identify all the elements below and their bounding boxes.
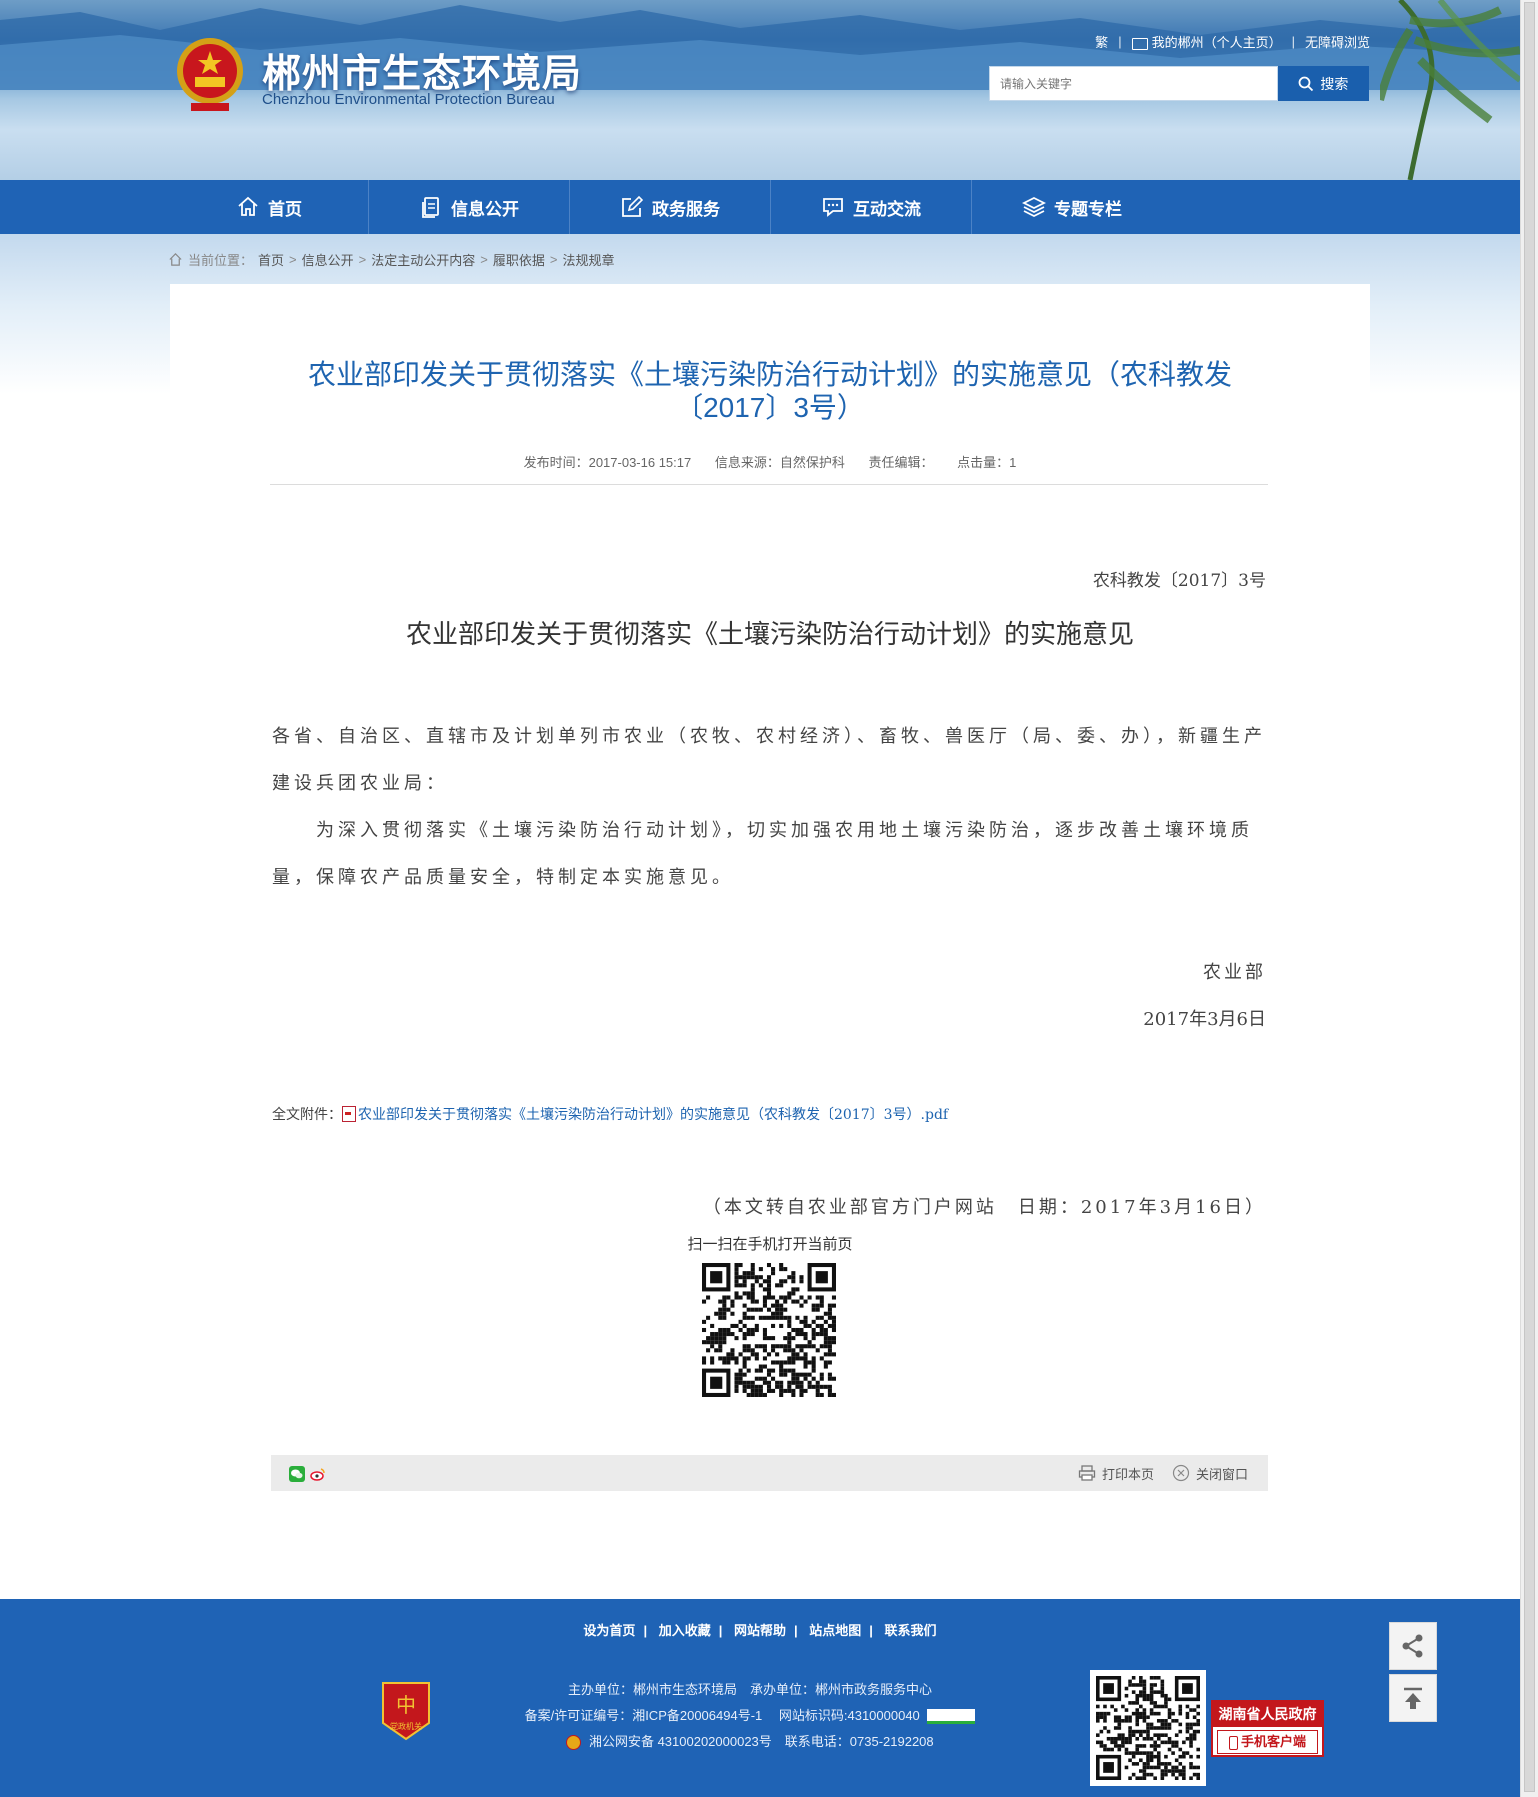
site-header: 郴州市生态环境局 Chenzhou Environmental Protecti… [0, 0, 1520, 180]
hunan-gov-app-link[interactable]: 湖南省人民政府 手机客户端 [1211, 1700, 1324, 1757]
attachment-label: 全文附件： [272, 1107, 342, 1123]
document-date: 2017年3月6日 [1143, 1009, 1266, 1030]
close-window-button[interactable]: 关闭窗口 [1172, 1464, 1248, 1483]
back-to-top-button[interactable] [1389, 1674, 1437, 1722]
add-favorite-link[interactable]: 加入收藏 [659, 1623, 711, 1638]
share-icon [1402, 1634, 1423, 1658]
publish-time: 发布时间：2017-03-16 15:17 [523, 455, 692, 470]
sitemap-link[interactable]: 站点地图 [809, 1623, 861, 1638]
article-meta: 发布时间：2017-03-16 15:17 信息来源：自然保护科 责任编辑： 点… [270, 452, 1270, 471]
svg-text:中: 中 [396, 1693, 416, 1717]
footer-links: 设为首页 | 加入收藏 | 网站帮助 | 站点地图 | 联系我们 [583, 1623, 937, 1638]
footer-icp: 备案/许可证编号：湘ICP备20006494号-1 网站标识码:43100000… [490, 1705, 1010, 1725]
contact-link[interactable]: 联系我们 [885, 1623, 937, 1638]
info-source: 信息来源：自然保护科 [714, 455, 845, 470]
breadcrumb-item-regulations[interactable]: 法规规章 [562, 250, 614, 269]
national-emblem [177, 38, 243, 111]
nav-gov-services[interactable]: 政务服务 [570, 180, 771, 234]
site-help-link[interactable]: 网站帮助 [734, 1623, 786, 1638]
divider [270, 484, 1268, 485]
search-icon [1298, 76, 1314, 91]
arrow-up-icon [1404, 1687, 1422, 1709]
qr-caption: 扫一扫在手机打开当前页 [687, 1236, 853, 1253]
main-nav: 首页 信息公开 政务服务 互动交流 专题专栏 [0, 180, 1520, 234]
search-button[interactable]: 搜索 [1277, 66, 1369, 101]
pdf-icon [342, 1106, 356, 1122]
top-links: 繁 | 我的郴州（个人主页） | 无障碍浏览 [1095, 32, 1370, 51]
breadcrumb-label: 当前位置： [188, 253, 254, 268]
chat-icon [823, 198, 843, 217]
breadcrumb-item-info[interactable]: 信息公开 [302, 250, 354, 269]
accessibility-link[interactable]: 无障碍浏览 [1305, 32, 1370, 51]
breadcrumb-item-home[interactable]: 首页 [258, 250, 284, 269]
attachment-link[interactable]: 农业部印发关于贯彻落实《土壤污染防治行动计划》的实施意见（农科教发〔2017〕3… [358, 1104, 948, 1124]
breadcrumb: 当前位置： 首页 > 信息公开 > 法定主动公开内容 > 履职依据 > 法规规章 [168, 250, 614, 269]
phone-icon [1228, 1735, 1238, 1750]
search-input[interactable] [989, 66, 1278, 101]
footer-security: 湘公网安备 43100202000023号 联系电话：0735-2192208 [490, 1731, 1010, 1751]
document-heading: 农业部印发关于贯彻落实《土壤污染防治行动计划》的实施意见 [405, 619, 1134, 649]
body-paragraph-salutation: 各省、自治区、直辖市及计划单列市农业（农牧、农村经济）、畜牧、兽医厅（局、委、办… [272, 726, 1266, 794]
printer-icon [1078, 1465, 1096, 1481]
body-paragraph-main: 为深入贯彻落实《土壤污染防治行动计划》，切实加强农用地土壤污染防治，逐步改善土壤… [272, 820, 1253, 888]
document-icon [422, 197, 439, 218]
site-subtitle: Chenzhou Environmental Protection Bureau [262, 91, 555, 108]
weibo-icon[interactable] [310, 1466, 326, 1482]
home-icon [169, 253, 182, 266]
breadcrumb-item-statutory[interactable]: 法定主动公开内容 [371, 250, 475, 269]
set-homepage-link[interactable]: 设为首页 [583, 1623, 635, 1638]
document-number: 农科教发〔2017〕3号 [1092, 571, 1266, 591]
my-chenzhou-link[interactable]: 我的郴州（个人主页） [1131, 32, 1282, 51]
article-title: 农业部印发关于贯彻落实《土壤污染防治行动计划》的实施意见（农科教发 〔2017〕… [307, 359, 1232, 423]
layers-icon [1022, 196, 1046, 218]
scrollbar-thumb[interactable] [1524, 2, 1535, 1792]
palm-decoration [1380, 0, 1520, 180]
signature: 农业部 [1203, 962, 1266, 983]
edit-icon [622, 195, 644, 217]
nav-home[interactable]: 首页 [170, 180, 369, 234]
page-qr-code [702, 1263, 836, 1397]
monitor-icon [1131, 37, 1148, 50]
page-scrollbar[interactable] [1520, 0, 1538, 1797]
wechat-icon[interactable] [289, 1466, 305, 1482]
party-government-badge[interactable]: 中 党政机关 [379, 1679, 433, 1743]
footer-qr-code [1090, 1670, 1206, 1786]
nav-special-topics[interactable]: 专题专栏 [972, 180, 1172, 234]
site-id-badge [927, 1709, 976, 1725]
repost-note: （本文转自农业部官方门户网站 日期：2017年3月16日） [702, 1197, 1266, 1218]
home-icon [238, 196, 258, 216]
police-badge-icon [566, 1735, 582, 1751]
svg-text:党政机关: 党政机关 [390, 1721, 422, 1731]
site-footer: 设为首页 | 加入收藏 | 网站帮助 | 站点地图 | 联系我们 中 党政机关 主办单位… [0, 1599, 1520, 1797]
print-button[interactable]: 打印本页 [1078, 1464, 1154, 1483]
hit-count: 点击量：1 [957, 455, 1017, 470]
nav-info-disclosure[interactable]: 信息公开 [369, 180, 570, 234]
share-toolbar: 打印本页 关闭窗口 [271, 1455, 1268, 1491]
traditional-chinese-link[interactable]: 繁 [1095, 32, 1108, 51]
search-bar: 搜索 [989, 66, 1369, 101]
editor: 责任编辑： [868, 455, 934, 470]
breadcrumb-item-duties[interactable]: 履职依据 [493, 250, 545, 269]
nav-interaction[interactable]: 互动交流 [771, 180, 972, 234]
attachment: 全文附件： 农业部印发关于贯彻落实《土壤污染防治行动计划》的实施意见（农科教发〔… [272, 1104, 948, 1124]
close-icon [1172, 1464, 1190, 1482]
footer-organizer: 主办单位：郴州市生态环境局 承办单位：郴州市政务服务中心 [567, 1682, 932, 1697]
share-button[interactable] [1389, 1622, 1437, 1670]
